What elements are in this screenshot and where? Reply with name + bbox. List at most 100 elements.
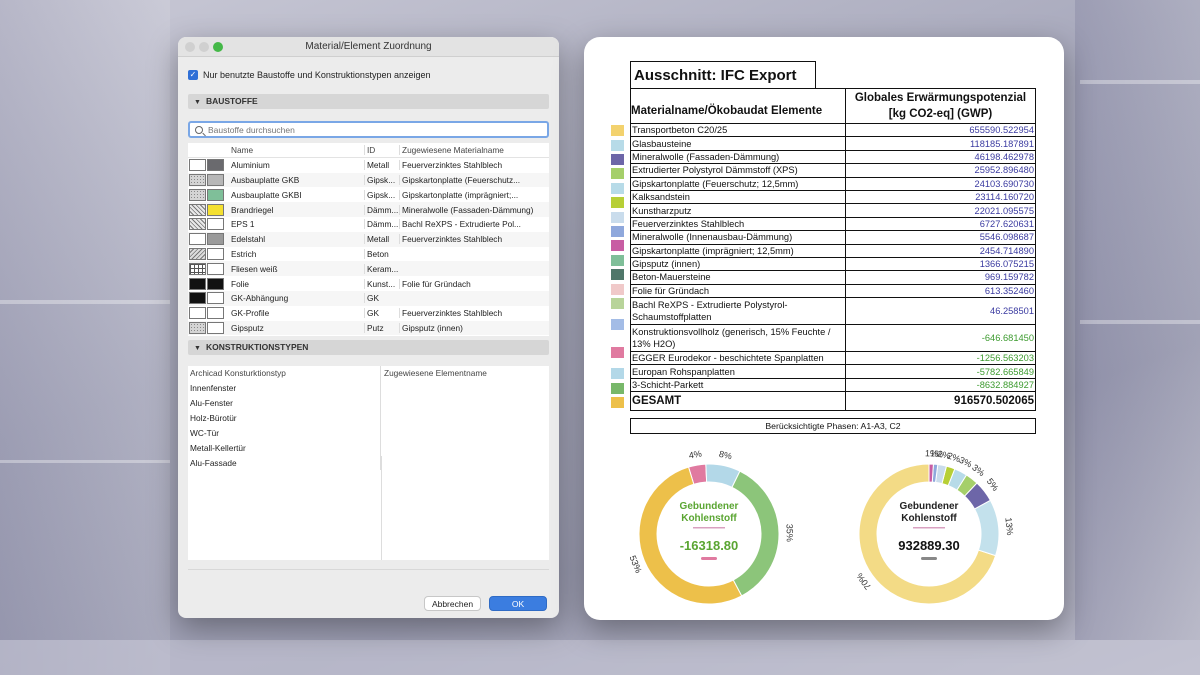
column-header-id[interactable]: ID bbox=[364, 144, 399, 155]
material-row[interactable]: GK-Profile GK Feuerverzinktes Stahlblech bbox=[188, 306, 549, 321]
material-row[interactable]: Ausbauplatte GKBI Gipsk... Gipskartonplatt… bbox=[188, 187, 549, 202]
report-gwp-value: 25952.896480 bbox=[974, 165, 1034, 176]
cancel-button[interactable]: Abbrechen bbox=[424, 596, 481, 611]
close-window-button[interactable] bbox=[185, 42, 195, 52]
material-name: GK-Profile bbox=[231, 308, 270, 319]
material-swatches bbox=[188, 277, 230, 290]
construction-types-table: Archicad Konsturktionstyp Zugewiesene El… bbox=[188, 366, 549, 560]
slice-percent-label: 3% bbox=[970, 462, 986, 478]
report-title: Ausschnitt: IFC Export bbox=[630, 61, 816, 88]
color-swatch bbox=[207, 262, 224, 275]
material-name: Folie bbox=[231, 278, 249, 289]
donut-title-line2: Kohlenstoff bbox=[681, 513, 737, 524]
ok-button[interactable]: OK bbox=[489, 596, 547, 611]
column-header-assigned[interactable]: Zugewiesene Materialname bbox=[399, 144, 549, 155]
column-divider bbox=[381, 456, 382, 560]
slice-percent-label: 35% bbox=[784, 524, 794, 542]
column-header-type[interactable]: Archicad Konsturktionstyp bbox=[188, 366, 381, 381]
material-swatches bbox=[188, 188, 230, 201]
color-swatch bbox=[207, 188, 224, 201]
material-row[interactable]: Brandriegel Dämm... Mineralwolle (Fassaden… bbox=[188, 202, 549, 217]
color-swatch bbox=[207, 159, 224, 172]
value-underline bbox=[701, 557, 717, 560]
slice-percent-label: 70% bbox=[854, 571, 873, 591]
legend-swatch bbox=[611, 397, 624, 409]
legend-swatch bbox=[611, 154, 624, 165]
report-row: 3-Schicht-Parkett -8632.884927 bbox=[631, 378, 1035, 393]
material-id: Dämm... bbox=[364, 219, 399, 230]
material-row[interactable]: Edelstahl Metall Feuerverzinktes Stahlblec… bbox=[188, 231, 549, 247]
material-id: Beton bbox=[364, 248, 399, 259]
color-swatch bbox=[207, 203, 224, 216]
column-header-element[interactable]: Zugewiesene Elementname bbox=[381, 368, 549, 378]
material-name: GK-Abhängung bbox=[231, 293, 289, 304]
fill-pattern-swatch bbox=[189, 247, 206, 260]
report-row: Extrudierter Polystyrol Dämmstoff (XPS) 2… bbox=[631, 164, 1035, 178]
construction-type-row[interactable]: Innenfenster bbox=[188, 380, 549, 396]
material-row[interactable]: Fliesen weiß Keram... bbox=[188, 261, 549, 277]
construction-type-row[interactable]: Holz-Bürotür bbox=[188, 410, 549, 426]
section-materials-header[interactable]: ▼ BAUSTOFFE bbox=[188, 94, 549, 109]
material-row[interactable]: Aluminium Metall Feuerverzinktes Stahlblec… bbox=[188, 158, 549, 173]
material-row[interactable]: EPS 1 Dämm... Bachl ReXPS - Extrudierte Po… bbox=[188, 217, 549, 232]
report-material-name: Extrudierter Polystyrol Dämmstoff (XPS) bbox=[631, 164, 846, 177]
disclosure-triangle-icon[interactable]: ▼ bbox=[194, 341, 201, 356]
report-material-name: Gipskartonplatte (imprägniert; 12,5mm) bbox=[631, 244, 846, 257]
donut-chart-left: 4% 8% 35% 53% GebundenerKohlenstoff -16318.80 bbox=[628, 449, 795, 605]
construction-type-row[interactable]: Metall-Kellertür bbox=[188, 440, 549, 456]
legend-swatch bbox=[611, 347, 624, 359]
report-gwp-value: -1256.563203 bbox=[976, 353, 1034, 364]
section-types-header[interactable]: ▼ KONSTRUKTIONSTYPEN bbox=[188, 340, 549, 355]
fill-pattern-swatch bbox=[189, 262, 206, 275]
minimize-window-button[interactable] bbox=[199, 42, 209, 52]
material-row[interactable]: Gipsputz Putz Gipsputz (innen) bbox=[188, 320, 549, 336]
material-swatches bbox=[188, 292, 230, 305]
material-row[interactable]: Estrich Beton bbox=[188, 247, 549, 262]
material-id: GK bbox=[364, 293, 399, 304]
fill-pattern-swatch bbox=[189, 218, 206, 231]
material-row[interactable]: Ausbauplatte GKB Gipsk... Gipskartonplatte… bbox=[188, 172, 549, 188]
column-header-name[interactable]: Name bbox=[230, 145, 364, 155]
materials-search-input[interactable] bbox=[208, 124, 508, 135]
material-swatches bbox=[188, 262, 230, 275]
fill-pattern-swatch bbox=[189, 233, 206, 246]
legend-swatch bbox=[611, 197, 624, 209]
slice-percent-label: 8% bbox=[718, 449, 733, 461]
material-swatches bbox=[188, 247, 230, 260]
fill-pattern-swatch bbox=[189, 292, 206, 305]
materials-search-field[interactable] bbox=[188, 121, 549, 138]
disclosure-triangle-icon[interactable]: ▼ bbox=[194, 95, 201, 110]
report-row: Mineralwolle (Fassaden-Dämmung) 46198.462… bbox=[631, 150, 1035, 165]
material-row[interactable]: GK-Abhängung GK bbox=[188, 290, 549, 306]
donut-title-line1: Gebundener bbox=[900, 501, 959, 512]
legend-swatch bbox=[611, 368, 624, 380]
used-only-checkbox[interactable]: ✓ bbox=[188, 70, 198, 80]
construction-type-row[interactable]: WC-Tür bbox=[188, 425, 549, 441]
material-assigned: Mineralwolle (Fassaden-Dämmung) bbox=[399, 204, 549, 215]
fill-pattern-swatch bbox=[189, 188, 206, 201]
material-swatches bbox=[188, 203, 230, 216]
construction-type-row[interactable]: Alu-Fenster bbox=[188, 395, 549, 411]
construction-type-row[interactable]: Alu-Fassade bbox=[188, 455, 549, 471]
report-row: Feuerverzinktes Stahlblech 6727.620631 bbox=[631, 217, 1035, 232]
total-value: 916570.502065 bbox=[954, 395, 1034, 408]
material-assigned: Feuerverzinktes Stahlblech bbox=[399, 234, 549, 245]
report-row: EGGER Eurodekor - beschichtete Spanplatt… bbox=[631, 352, 1035, 366]
donut-slice bbox=[973, 499, 1000, 557]
types-table-header: Archicad Konsturktionstyp Zugewiesene El… bbox=[188, 366, 549, 381]
fill-pattern-swatch bbox=[189, 277, 206, 290]
report-material-name: Folie für Gründach bbox=[631, 284, 846, 298]
slice-percent-label: 53% bbox=[628, 554, 644, 574]
column-header-material: Materialname/Ökobaudat Elemente bbox=[631, 89, 846, 123]
material-name: Brandriegel bbox=[231, 204, 274, 215]
used-only-checkbox-row[interactable]: ✓ Nur benutzte Baustoffe und Konstruktio… bbox=[188, 69, 431, 81]
report-gwp-value: -646.681450 bbox=[981, 333, 1034, 344]
report-gwp-value: 118185.187891 bbox=[970, 138, 1034, 149]
material-assigned: Bachl ReXPS - Extrudierte Pol... bbox=[399, 219, 549, 230]
material-row[interactable]: Folie Kunst... Folie für Gründach bbox=[188, 276, 549, 291]
report-gwp-value: 22021.095575 bbox=[974, 205, 1034, 216]
zoom-window-button[interactable] bbox=[213, 42, 223, 52]
fill-pattern-swatch bbox=[189, 321, 206, 334]
report-gwp-value: 969.159782 bbox=[984, 272, 1034, 283]
report-gwp-value: 5546.098687 bbox=[979, 232, 1034, 243]
